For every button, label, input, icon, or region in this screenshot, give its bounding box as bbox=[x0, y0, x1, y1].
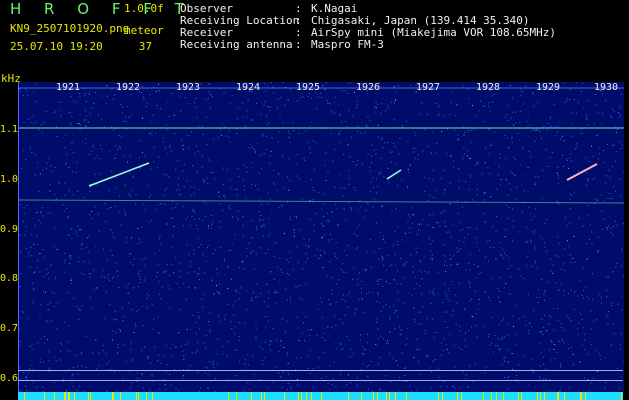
level-tick bbox=[54, 392, 55, 400]
level-tick bbox=[537, 392, 538, 400]
level-tick bbox=[518, 392, 519, 400]
level-tick bbox=[112, 392, 113, 400]
app-title: H R O F F T bbox=[10, 0, 193, 18]
level-tick bbox=[64, 392, 65, 400]
y-tick-label: 1.0 bbox=[0, 174, 19, 185]
level-tick bbox=[521, 392, 522, 400]
level-tick bbox=[503, 392, 504, 400]
level-tick bbox=[261, 392, 262, 400]
info-label: Receiving antenna bbox=[180, 38, 293, 51]
filename-label: KN9_2507101920.png bbox=[10, 22, 130, 35]
level-tick bbox=[88, 392, 89, 400]
level-tick bbox=[540, 392, 541, 400]
y-tick-label: 1.1 bbox=[0, 124, 19, 135]
level-tick bbox=[377, 392, 378, 400]
info-value: Maspro FM-3 bbox=[311, 38, 384, 51]
level-tick bbox=[24, 392, 25, 400]
level-tick bbox=[311, 392, 312, 400]
level-tick bbox=[284, 392, 285, 400]
level-tick bbox=[621, 392, 622, 400]
level-tick bbox=[152, 392, 153, 400]
level-tick bbox=[146, 392, 147, 400]
reference-line bbox=[18, 380, 623, 381]
level-tick bbox=[581, 392, 582, 400]
level-tick bbox=[457, 392, 458, 400]
level-tick bbox=[558, 392, 559, 400]
signal-level-bar bbox=[18, 392, 623, 400]
spectrogram-plot bbox=[18, 82, 624, 392]
info-row-antenna: Receiving antenna: Maspro FM-3 bbox=[180, 39, 556, 51]
spectrogram-noise bbox=[19, 82, 624, 392]
header-panel: H R O F F T 1.0.0f KN9_2507101920.png me… bbox=[0, 0, 629, 76]
level-tick bbox=[90, 392, 91, 400]
level-tick bbox=[361, 392, 362, 400]
datetime-label: 25.07.10 19:20 bbox=[10, 40, 103, 53]
level-tick bbox=[301, 392, 302, 400]
level-tick bbox=[138, 392, 139, 400]
level-tick bbox=[251, 392, 252, 400]
level-tick bbox=[348, 392, 349, 400]
count-label: 37 bbox=[138, 40, 152, 53]
x-tick-label: 1928 bbox=[476, 82, 501, 93]
y-tick-label: 0.7 bbox=[0, 323, 19, 334]
x-tick-label: 1926 bbox=[356, 82, 381, 93]
level-tick bbox=[461, 392, 462, 400]
mode-label: meteor bbox=[124, 24, 164, 37]
level-tick bbox=[395, 392, 396, 400]
x-tick-label: 1925 bbox=[296, 82, 321, 93]
level-tick bbox=[585, 392, 586, 400]
level-tick bbox=[564, 392, 565, 400]
level-tick bbox=[44, 392, 45, 400]
y-tick-label: 0.6 bbox=[0, 373, 19, 384]
level-tick bbox=[442, 392, 443, 400]
level-tick bbox=[136, 392, 137, 400]
level-tick bbox=[544, 392, 545, 400]
version-label: 1.0.0f bbox=[124, 2, 164, 15]
station-info: Observer: K.Nagai Receiving Location: Chig… bbox=[180, 3, 556, 51]
x-tick-label: 1930 bbox=[594, 82, 619, 93]
level-tick bbox=[264, 392, 265, 400]
x-tick-label: 1922 bbox=[116, 82, 141, 93]
level-tick bbox=[389, 392, 390, 400]
level-tick bbox=[321, 392, 322, 400]
level-tick bbox=[496, 392, 497, 400]
x-tick-label: 1927 bbox=[416, 82, 441, 93]
x-tick-label: 1924 bbox=[236, 82, 261, 93]
level-tick bbox=[491, 392, 492, 400]
x-tick-label: 1921 bbox=[56, 82, 81, 93]
level-tick bbox=[74, 392, 75, 400]
y-tick-label: 0.9 bbox=[0, 224, 19, 235]
x-tick-label: 1929 bbox=[536, 82, 561, 93]
info-separator: : bbox=[295, 38, 302, 51]
level-tick bbox=[236, 392, 237, 400]
level-tick bbox=[386, 392, 387, 400]
level-tick bbox=[69, 392, 70, 400]
level-tick bbox=[406, 392, 407, 400]
level-tick bbox=[483, 392, 484, 400]
level-tick bbox=[228, 392, 229, 400]
x-tick-label: 1923 bbox=[176, 82, 201, 93]
level-tick bbox=[65, 392, 66, 400]
level-tick bbox=[298, 392, 299, 400]
level-tick bbox=[120, 392, 121, 400]
level-tick bbox=[68, 392, 69, 400]
reference-line bbox=[18, 370, 623, 371]
level-tick bbox=[113, 392, 114, 400]
level-tick bbox=[306, 392, 307, 400]
level-tick bbox=[438, 392, 439, 400]
level-tick bbox=[373, 392, 374, 400]
y-tick-label: 0.8 bbox=[0, 273, 19, 284]
